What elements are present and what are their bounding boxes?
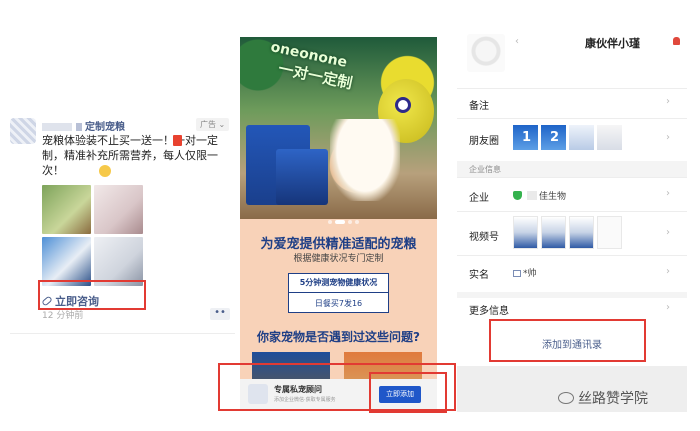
id-card-icon bbox=[513, 270, 521, 277]
chevron-left-icon[interactable]: ‹ bbox=[515, 36, 519, 47]
divider bbox=[10, 333, 235, 334]
ad-image-1[interactable] bbox=[42, 185, 91, 234]
health-test-button[interactable]: 5分钟测宠物健康状况 bbox=[288, 273, 389, 293]
verified-shield-icon bbox=[513, 191, 522, 200]
chevron-right-icon: › bbox=[666, 266, 670, 277]
chevron-right-icon: › bbox=[666, 132, 670, 143]
company-name: 佳生物 bbox=[527, 189, 566, 202]
real-name-label: 实名 bbox=[469, 270, 489, 281]
enterprise-user-icon bbox=[673, 37, 680, 45]
landing-page-panel: oneonone 一对一定制 为爱宠提供精准适配的宠粮 根据健康状况专门定制 5… bbox=[240, 37, 437, 410]
channel-video-2 bbox=[541, 216, 566, 249]
ad-image-3[interactable] bbox=[42, 237, 91, 286]
channel-video-1 bbox=[513, 216, 538, 249]
ad-image-4[interactable] bbox=[94, 237, 143, 286]
remark-label: 备注 bbox=[469, 101, 489, 112]
gift-emoji-icon bbox=[173, 135, 182, 146]
advertiser-name[interactable]: 定制宠粮 bbox=[42, 118, 125, 133]
plush-eye bbox=[395, 97, 411, 113]
more-actions-button[interactable]: •• bbox=[210, 308, 230, 320]
product-box-small bbox=[276, 149, 328, 205]
ad-tag-badge[interactable]: 广告 ⌄ bbox=[196, 118, 230, 131]
moments-thumb-2-number: 2 bbox=[550, 130, 560, 145]
highlight-consult bbox=[38, 280, 146, 310]
question-heading: 你家宠物是否遇到过这些问题? bbox=[257, 330, 420, 344]
chevron-right-icon: › bbox=[666, 302, 670, 313]
chevron-right-icon: › bbox=[666, 188, 670, 199]
moments-label: 朋友圈 bbox=[469, 136, 499, 147]
row-real-name[interactable] bbox=[457, 255, 687, 287]
channels-label: 视频号 bbox=[469, 232, 499, 243]
carousel-pager[interactable] bbox=[328, 209, 362, 224]
advertiser-avatar[interactable] bbox=[10, 118, 36, 144]
channel-video-3 bbox=[569, 216, 594, 249]
landing-headline: 为爱宠提供精准适配的宠粮 bbox=[260, 237, 417, 252]
real-name-value: *帅 bbox=[513, 266, 537, 279]
offer-note: 日餐买7发16 bbox=[314, 299, 363, 308]
moments-thumb-1-number: 1 bbox=[522, 130, 532, 145]
contact-avatar[interactable] bbox=[467, 34, 505, 72]
more-info-label: 更多信息 bbox=[469, 306, 509, 317]
row-company[interactable] bbox=[457, 177, 687, 211]
company-label: 企业 bbox=[469, 193, 489, 204]
ad-image-grid bbox=[42, 185, 144, 287]
moments-thumb-3 bbox=[569, 125, 594, 150]
ad-image-2[interactable] bbox=[94, 185, 143, 234]
highlight-add-to-contacts bbox=[489, 319, 646, 362]
chevron-right-icon: › bbox=[666, 96, 670, 107]
channel-video-4 bbox=[597, 216, 622, 249]
highlight-add-button bbox=[369, 372, 447, 413]
dog-photo bbox=[330, 119, 400, 201]
enterprise-section-title: 企业信息 bbox=[469, 165, 501, 174]
smile-emoji-icon bbox=[99, 165, 111, 177]
watermark: 丝路赞学院 bbox=[558, 388, 648, 408]
row-remark[interactable] bbox=[457, 88, 687, 118]
wechat-icon bbox=[558, 392, 574, 404]
ad-copy-text: 宠粮体验装不止买一送一！一对一定制，精准补充所需营养，每人仅限一次！ bbox=[42, 134, 218, 177]
moments-thumb-4 bbox=[597, 125, 622, 150]
landing-subhead: 根据健康状况专门定制 bbox=[293, 254, 384, 264]
chevron-right-icon: › bbox=[666, 227, 670, 238]
contact-name: 康伙伴小瑾 bbox=[585, 37, 640, 50]
